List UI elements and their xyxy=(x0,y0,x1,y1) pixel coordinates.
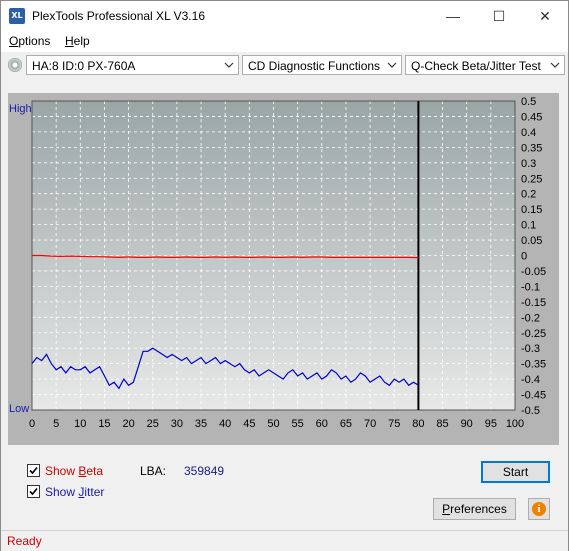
x-tick-label: 20 xyxy=(122,418,134,430)
info-button[interactable]: i xyxy=(528,498,550,520)
chevron-down-icon xyxy=(224,62,234,68)
show-jitter-rest: itter xyxy=(84,485,105,499)
x-tick-label: 85 xyxy=(436,418,448,430)
menu-help-label: elp xyxy=(73,34,90,48)
y-tick-label: -0.2 xyxy=(521,312,540,324)
x-tick-label: 5 xyxy=(53,418,59,430)
drive-select-value: HA:8 ID:0 PX-760A xyxy=(32,59,136,73)
y-tick-label: -0.1 xyxy=(521,281,540,293)
x-tick-label: 25 xyxy=(147,418,159,430)
x-tick-label: 65 xyxy=(340,418,352,430)
y-tick-label: -0.05 xyxy=(521,266,546,278)
checkmark-icon xyxy=(29,487,38,496)
x-tick-label: 0 xyxy=(29,418,35,430)
x-tick-label: 60 xyxy=(316,418,328,430)
minimize-button[interactable]: — xyxy=(430,1,476,31)
y-tick-label: 0.1 xyxy=(521,220,536,232)
menu-bar: Options Help xyxy=(1,31,568,52)
y-low-label: Low xyxy=(9,403,29,415)
lba-label: LBA: xyxy=(140,464,167,478)
y-tick-label: -0.5 xyxy=(521,405,540,417)
x-tick-label: 35 xyxy=(195,418,207,430)
show-jitter-prefix: Show xyxy=(45,485,79,499)
y-tick-label: 0.45 xyxy=(521,111,542,123)
app-logo-icon: XL xyxy=(9,8,25,24)
function-select[interactable]: CD Diagnostic Functions xyxy=(242,55,402,75)
x-tick-label: 70 xyxy=(364,418,376,430)
chart-panel: 0 5 10 15 20 25 30 35 40 45 50 55 60 65 70 75 80 85 90 95 10… xyxy=(8,93,559,445)
x-tick-label: 100 xyxy=(506,418,524,430)
y-tick-label: -0.25 xyxy=(521,328,546,340)
y-tick-label: 0.35 xyxy=(521,142,542,154)
y-tick-label: 0.25 xyxy=(521,173,542,185)
show-beta-rest: eta xyxy=(86,464,104,478)
checkmark-icon xyxy=(29,466,38,475)
y-tick-label: -0.35 xyxy=(521,359,546,371)
test-select[interactable]: Q-Check Beta/Jitter Test xyxy=(405,55,565,75)
show-beta-label[interactable]: Show Beta xyxy=(45,464,103,478)
show-beta-checkbox[interactable] xyxy=(27,464,40,477)
chevron-down-icon xyxy=(387,62,397,68)
preferences-label: references xyxy=(450,502,507,516)
x-tick-label: 15 xyxy=(98,418,110,430)
menu-options[interactable]: Options xyxy=(9,34,50,48)
x-tick-label: 45 xyxy=(243,418,255,430)
status-text: Ready xyxy=(7,534,42,548)
y-tick-label: 0.4 xyxy=(521,127,536,139)
y-tick-label: -0.4 xyxy=(521,374,540,386)
lba-value: 359849 xyxy=(184,464,225,478)
title-bar: XL PlexTools Professional XL V3.16 — ☐ ✕ xyxy=(1,1,568,31)
y-tick-label: 0.2 xyxy=(521,189,536,201)
menu-options-accel: O xyxy=(9,34,19,48)
preferences-accel: P xyxy=(442,502,451,516)
y-tick-label: 0.15 xyxy=(521,204,542,216)
menu-help-accel: H xyxy=(65,34,74,48)
menu-help[interactable]: Help xyxy=(65,34,90,48)
y-tick-label: 0.05 xyxy=(521,235,542,247)
beta-jitter-chart: 0 5 10 15 20 25 30 35 40 45 50 55 60 65 70 75 80 85 90 95 10… xyxy=(9,96,546,430)
x-tick-label: 10 xyxy=(74,418,86,430)
y-tick-label: -0.3 xyxy=(521,343,540,355)
window-title: PlexTools Professional XL V3.16 xyxy=(32,9,205,23)
app-window: XL PlexTools Professional XL V3.16 — ☐ ✕… xyxy=(0,0,569,551)
x-tick-label: 40 xyxy=(219,418,231,430)
x-tick-label: 75 xyxy=(388,418,400,430)
info-icon: i xyxy=(532,502,546,516)
y-tick-label: -0.45 xyxy=(521,390,546,402)
status-bar: Ready xyxy=(1,530,568,551)
show-jitter-label[interactable]: Show Jitter xyxy=(45,485,104,499)
maximize-button[interactable]: ☐ xyxy=(476,1,522,31)
y-tick-label: 0.5 xyxy=(521,96,536,108)
x-tick-label: 80 xyxy=(412,418,424,430)
y-tick-label: 0.3 xyxy=(521,158,536,170)
x-tick-label: 30 xyxy=(171,418,183,430)
test-select-value: Q-Check Beta/Jitter Test xyxy=(411,59,541,73)
function-select-value: CD Diagnostic Functions xyxy=(248,59,381,73)
menu-options-label: ptions xyxy=(18,34,51,48)
x-tick-label: 50 xyxy=(267,418,279,430)
preferences-button[interactable]: Preferences xyxy=(433,498,516,520)
y-tick-label: -0.15 xyxy=(521,297,546,309)
drive-select[interactable]: HA:8 ID:0 PX-760A xyxy=(26,55,239,75)
x-tick-label: 55 xyxy=(292,418,304,430)
y-tick-label: 0 xyxy=(521,251,527,263)
show-beta-prefix: Show xyxy=(45,464,79,478)
chevron-down-icon xyxy=(550,62,560,68)
start-button[interactable]: Start xyxy=(481,461,550,483)
y-high-label: High xyxy=(9,103,32,115)
x-tick-label: 95 xyxy=(485,418,497,430)
close-button[interactable]: ✕ xyxy=(522,1,568,31)
show-jitter-checkbox[interactable] xyxy=(27,485,40,498)
disc-drive-icon xyxy=(8,58,22,72)
x-tick-label: 90 xyxy=(461,418,473,430)
